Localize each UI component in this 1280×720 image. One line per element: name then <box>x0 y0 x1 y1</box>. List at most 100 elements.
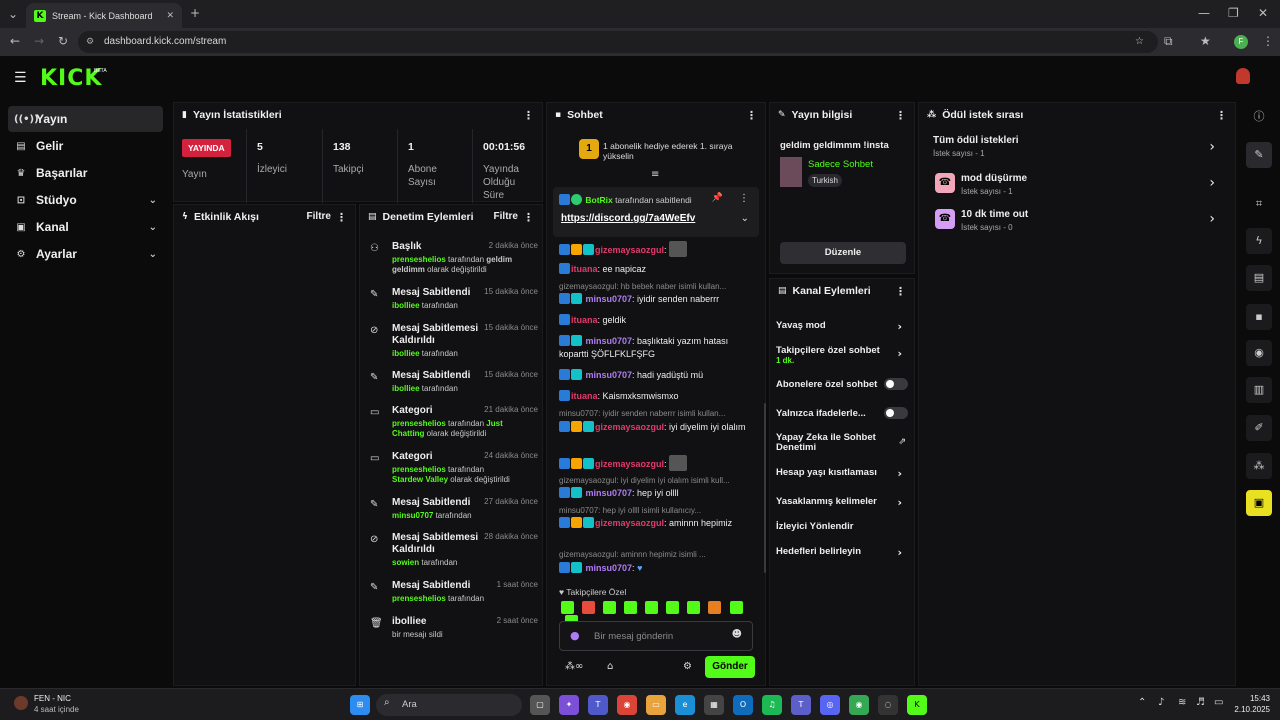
sidebar-item-gelir[interactable]: ▤ Gelir <box>8 133 163 159</box>
more-options-icon[interactable]: ⋮ <box>895 109 906 122</box>
banned-words-item[interactable]: Yasaklanmış kelimeler › <box>776 496 910 509</box>
microphone-icon[interactable]: ♪ <box>1158 697 1164 708</box>
tab-list-icon[interactable]: ⌄ <box>8 7 18 21</box>
store-icon[interactable]: ⌂ <box>607 661 613 672</box>
weather-icon[interactable] <box>14 696 28 710</box>
emote[interactable] <box>729 601 743 614</box>
close-window-icon[interactable]: ✕ <box>1258 6 1268 20</box>
document-icon[interactable]: ▤ <box>1246 265 1272 291</box>
external-link-icon[interactable]: ⇗ <box>898 437 906 447</box>
subscribers-only-toggle[interactable] <box>884 378 908 390</box>
emote[interactable] <box>708 601 722 614</box>
sidebar-item-yayin[interactable]: ((•)) Yayın <box>8 106 163 132</box>
close-tab-icon[interactable]: ✕ <box>166 10 174 21</box>
back-icon[interactable]: ← <box>10 34 20 48</box>
more-options-icon[interactable]: ⋮ <box>746 109 757 122</box>
user-avatar[interactable] <box>1236 68 1250 84</box>
points-icon[interactable]: ⁂∞ <box>565 661 583 672</box>
hamburger-menu-icon[interactable]: ☰ <box>14 70 27 86</box>
clock-time[interactable]: 15:43 <box>1230 694 1270 703</box>
send-button[interactable]: Gönder <box>705 656 755 678</box>
teams-icon[interactable]: T <box>791 695 811 715</box>
gift-icon[interactable]: ⁂ <box>1246 453 1272 479</box>
emote[interactable] <box>561 601 574 614</box>
emoji-icon[interactable]: ☻ <box>732 629 742 640</box>
forward-icon[interactable]: → <box>34 34 44 48</box>
profile-avatar[interactable]: F <box>1234 35 1248 49</box>
crop-icon[interactable]: ⌗ <box>1246 191 1272 217</box>
file-explorer-icon[interactable]: ▭ <box>646 695 666 715</box>
discord-icon[interactable]: ◎ <box>820 695 840 715</box>
modlog-filter-button[interactable]: Filtre <box>494 211 518 222</box>
sidebar-item-ayarlar[interactable]: ⚙ Ayarlar ⌄ <box>8 241 163 267</box>
sidebar-item-studyo[interactable]: ⊡ Stüdyo ⌄ <box>8 187 163 213</box>
minimize-icon[interactable]: — <box>1198 6 1210 20</box>
category-name[interactable]: Sadece Sohbet <box>808 159 873 170</box>
slow-mode-item[interactable]: Yavaş mod › <box>776 320 910 333</box>
more-options-icon[interactable]: ⋮ <box>1216 109 1227 122</box>
wrench-icon[interactable]: ✐ <box>1246 415 1272 441</box>
chat-settings-icon[interactable]: ⚙ <box>683 661 692 672</box>
site-info-icon[interactable]: ⚙ <box>86 31 94 53</box>
reload-icon[interactable]: ↻ <box>58 34 68 48</box>
task-view-icon[interactable]: ▢ <box>530 695 550 715</box>
volume-icon[interactable]: ♬ <box>1196 697 1205 708</box>
pinned-link[interactable]: https://discord.gg/7a4WeEfv <box>561 213 695 224</box>
reward-item[interactable]: ☎ 10 dk time out İstek sayısı - 0 › <box>933 207 1223 235</box>
copilot-icon[interactable]: ✦ <box>559 695 579 715</box>
outlook-icon[interactable]: O <box>733 695 753 715</box>
windows-start-icon[interactable]: ⊞ <box>350 695 370 715</box>
chrome-icon[interactable]: ◉ <box>617 695 637 715</box>
extensions-icon[interactable]: ⧉ <box>1164 34 1173 49</box>
reward-item[interactable]: Tüm ödül istekleri İstek sayısı - 1 › <box>933 135 1223 163</box>
edge-icon[interactable]: e <box>675 695 695 715</box>
emote[interactable] <box>624 601 638 614</box>
more-options-icon[interactable]: ⋮ <box>523 109 534 122</box>
chat-scrollbar[interactable] <box>764 403 766 573</box>
chat-icon[interactable]: ▪ <box>1246 304 1272 330</box>
info-icon[interactable]: ⓘ <box>1246 104 1272 130</box>
clapper-icon[interactable]: ▣ <box>1246 490 1272 516</box>
spotify-icon[interactable]: ♫ <box>762 695 782 715</box>
layout-icon[interactable]: ▥ <box>1246 377 1272 403</box>
chevron-down-icon[interactable]: ⌄ <box>741 213 749 224</box>
clock-date[interactable]: 2.10.2025 <box>1222 705 1270 714</box>
wifi-icon[interactable]: ≋ <box>1178 697 1186 708</box>
followers-only-item[interactable]: Takipçilere özel sohbet 1 dk. › <box>776 345 910 365</box>
emote[interactable] <box>603 601 617 614</box>
more-options-icon[interactable]: ⋮ <box>336 211 347 224</box>
bookmark-star-icon[interactable]: ☆ <box>1135 31 1144 53</box>
activity-filter-button[interactable]: Filtre <box>307 211 331 222</box>
broadcast-icon[interactable]: ◉ <box>1246 340 1272 366</box>
goals-item[interactable]: Hedefleri belirleyin › <box>776 546 910 559</box>
emote[interactable] <box>687 601 701 614</box>
more-options-icon[interactable]: ⋮ <box>739 193 749 204</box>
ai-moderation-item[interactable]: Yapay Zeka ile Sohbet Denetimi <box>776 433 886 453</box>
account-age-item[interactable]: Hesap yaşı kısıtlaması › <box>776 467 910 480</box>
emote[interactable] <box>666 601 680 614</box>
kick-app-icon[interactable]: K <box>907 695 927 715</box>
browser-menu-icon[interactable]: ⋮ <box>1262 34 1274 48</box>
new-tab-icon[interactable]: + <box>190 6 200 20</box>
reward-item[interactable]: ☎ mod düşürme İstek sayısı - 1 › <box>933 171 1223 199</box>
microphone-icon[interactable]: ● <box>570 629 580 642</box>
leaderboard-toggle-icon[interactable]: ≡ <box>651 169 659 180</box>
sidebar-item-kanal[interactable]: ▣ Kanal ⌄ <box>8 214 163 240</box>
teams-icon[interactable]: T <box>588 695 608 715</box>
lightning-icon[interactable]: ϟ <box>1246 228 1272 254</box>
taskbar-search[interactable]: ⌕ Ara <box>376 694 522 716</box>
pin-icon[interactable]: 📌 <box>712 193 723 203</box>
chat-input[interactable]: ● Bir mesaj gönderin ☻ <box>559 621 753 651</box>
edit-stream-button[interactable]: Düzenle <box>780 242 906 264</box>
browser-tab[interactable]: K Stream - Kick Dashboard ✕ <box>26 3 182 28</box>
more-options-icon[interactable]: ⋮ <box>895 285 906 298</box>
obs-icon[interactable]: ◌ <box>878 695 898 715</box>
restore-icon[interactable]: ❐ <box>1228 6 1239 20</box>
more-options-icon[interactable]: ⋮ <box>523 211 534 224</box>
emote[interactable] <box>582 601 596 614</box>
address-bar[interactable]: ⚙ dashboard.kick.com/stream ☆ <box>78 31 1158 53</box>
emotes-only-toggle[interactable] <box>884 407 908 419</box>
edit-icon[interactable]: ✎ <box>1246 142 1272 168</box>
emote[interactable] <box>645 601 659 614</box>
sidebar-item-basarilar[interactable]: ♛ Başarılar <box>8 160 163 186</box>
